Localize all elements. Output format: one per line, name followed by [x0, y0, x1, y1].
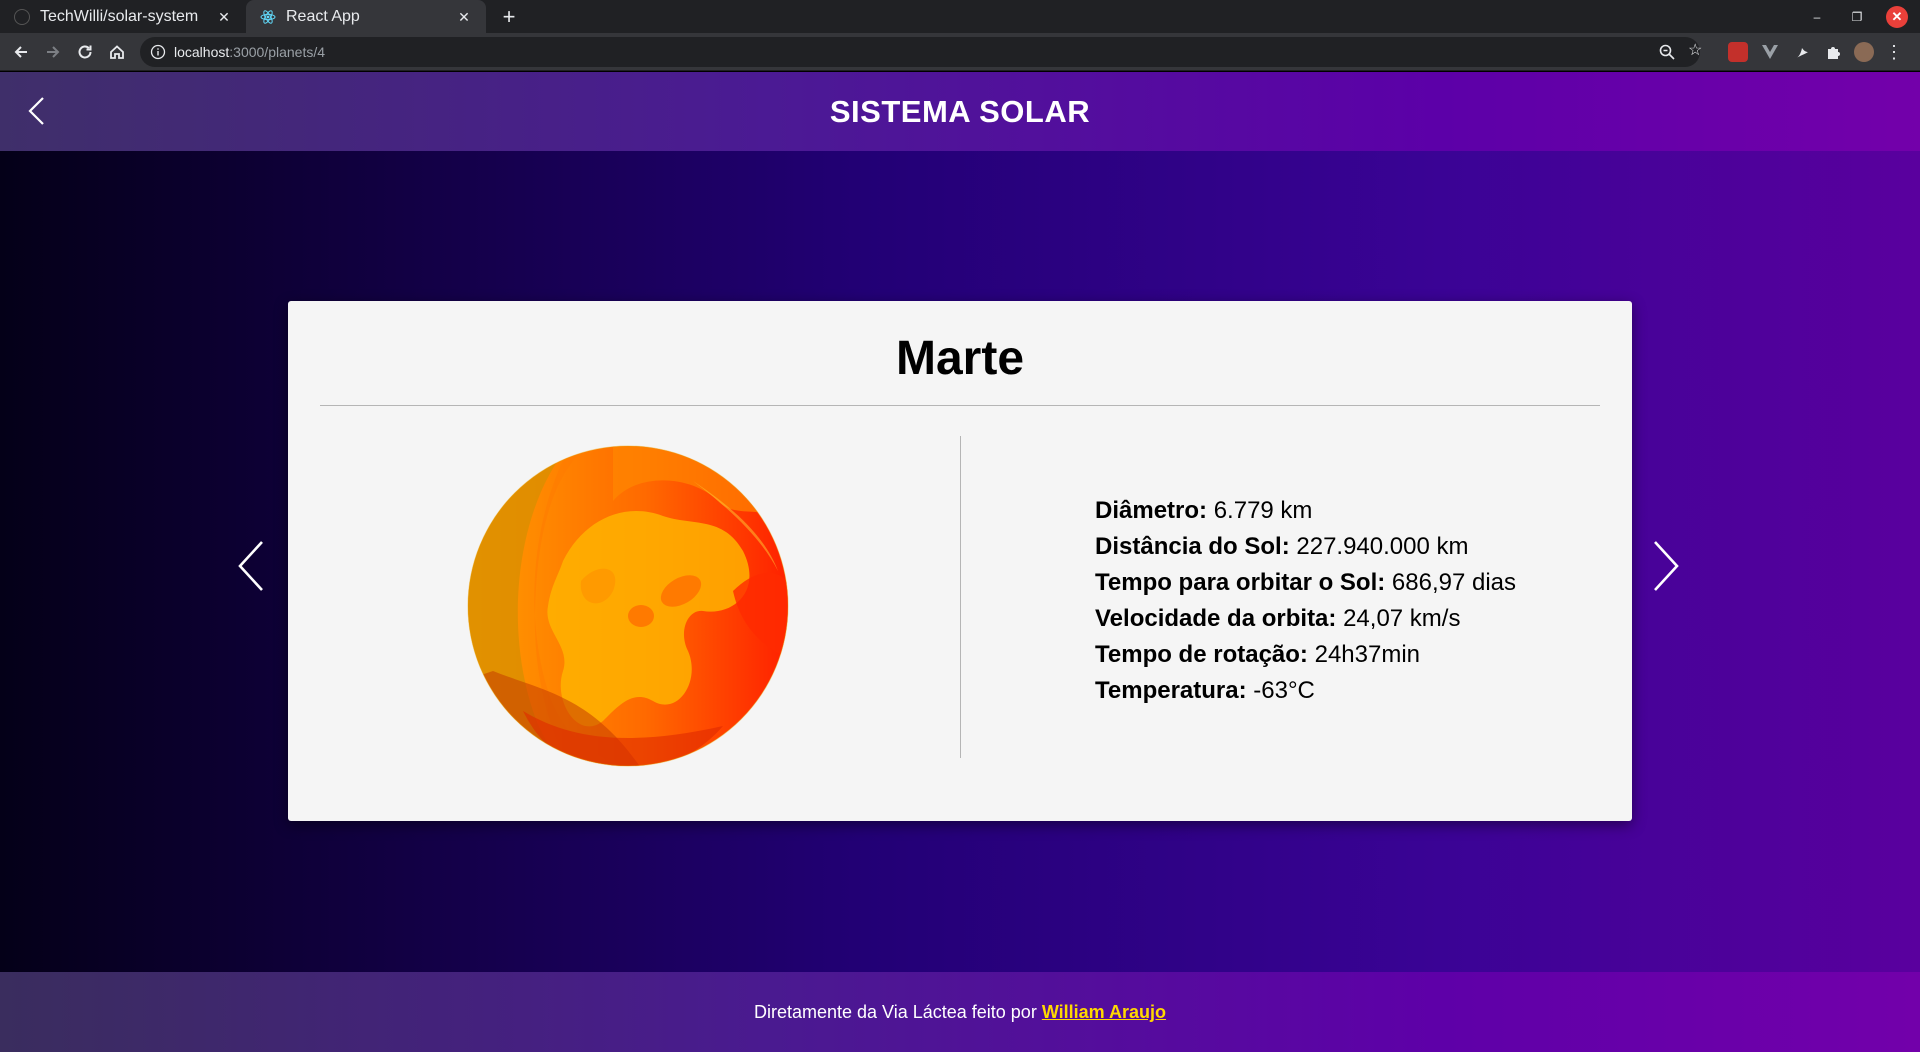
- tab-react-app[interactable]: React App ✕: [246, 0, 486, 33]
- back-arrow-icon[interactable]: [8, 39, 34, 65]
- next-planet-button[interactable]: [1643, 536, 1687, 596]
- fact-distance-from-sun: Distância do Sol: 227.940.000 km: [1095, 529, 1595, 565]
- app-header: SISTEMA SOLAR: [0, 72, 1920, 151]
- fact-value: 24,07 km/s: [1343, 605, 1461, 632]
- github-icon: [14, 8, 30, 25]
- zoom-icon[interactable]: [1658, 43, 1676, 61]
- browser-menu-icon[interactable]: ⋮: [1884, 42, 1904, 62]
- tab-title: TechWilli/solar-system: [40, 7, 199, 25]
- browser-tab-bar: TechWilli/solar-system ✕ React App ✕ + –…: [0, 0, 1920, 33]
- fact-value: 686,97 dias: [1391, 569, 1517, 596]
- fact-rotation-period: Tempo de rotação: 24h37min: [1095, 637, 1595, 673]
- profile-avatar[interactable]: [1854, 42, 1874, 62]
- browser-toolbar: localhost:3000/planets/4 ☆ ⋮: [0, 33, 1920, 71]
- url-text: localhost:3000/planets/4: [174, 44, 326, 60]
- tab-close-icon[interactable]: ✕: [216, 9, 232, 25]
- restore-icon[interactable]: ❐: [1840, 0, 1874, 33]
- tab-close-icon[interactable]: ✕: [456, 9, 472, 25]
- mars-planet-image: [463, 441, 793, 771]
- page-title: SISTEMA SOLAR: [829, 94, 1091, 129]
- fact-temperature: Temperatura: -63°C: [1095, 673, 1595, 709]
- new-tab-plus-icon[interactable]: +: [496, 4, 522, 30]
- fact-label: Tempo de rotação:: [1095, 641, 1308, 668]
- reload-icon[interactable]: [72, 39, 98, 65]
- extension-icon[interactable]: [1728, 42, 1748, 62]
- fact-orbital-period: Tempo para orbitar o Sol: 686,97 dias: [1095, 565, 1595, 601]
- column-divider: [960, 436, 961, 758]
- minimize-icon[interactable]: –: [1800, 0, 1834, 33]
- previous-planet-button[interactable]: [230, 536, 274, 596]
- extensions-puzzle-icon[interactable]: [1824, 42, 1844, 62]
- window-close-button[interactable]: ✕: [1880, 0, 1914, 33]
- fact-label: Distância do Sol:: [1095, 533, 1290, 560]
- fact-diameter: Diâmetro: 6.779 km: [1095, 493, 1595, 529]
- chevron-left-icon: [238, 541, 263, 591]
- planet-name: Marte: [895, 332, 1025, 385]
- app-page: SISTEMA SOLAR Marte Diâmetro: 6.779 km D…: [0, 72, 1920, 1052]
- home-icon[interactable]: [104, 39, 130, 65]
- address-bar[interactable]: localhost:3000/planets/4 ☆: [140, 37, 1702, 67]
- bookmark-star-icon[interactable]: ☆: [1688, 42, 1706, 60]
- fact-label: Velocidade da orbita:: [1095, 605, 1337, 632]
- close-icon: ✕: [1886, 5, 1908, 28]
- divider: [320, 405, 1600, 406]
- fact-orbital-speed: Velocidade da orbita: 24,07 km/s: [1095, 601, 1595, 637]
- tab-title: React App: [286, 7, 360, 25]
- author-link[interactable]: William Araujo: [1042, 1002, 1166, 1022]
- fact-label: Diâmetro:: [1095, 497, 1208, 524]
- chevron-right-icon: [1654, 541, 1679, 591]
- fact-label: Temperatura:: [1095, 677, 1247, 704]
- app-footer: Diretamente da Via Láctea feito por Will…: [0, 972, 1920, 1052]
- forward-arrow-icon[interactable]: [40, 39, 66, 65]
- vue-devtools-icon[interactable]: [1760, 42, 1780, 62]
- fact-value: 24h37min: [1314, 641, 1421, 668]
- fact-value: 6.779 km: [1213, 497, 1313, 524]
- tab-techwilli[interactable]: TechWilli/solar-system ✕: [0, 0, 246, 33]
- fact-value: 227.940.000 km: [1296, 533, 1469, 560]
- fact-label: Tempo para orbitar o Sol:: [1095, 569, 1386, 596]
- extension-icon[interactable]: [1792, 42, 1812, 62]
- planet-card: Marte Diâmetro: 6.779 km Distância do So…: [288, 301, 1632, 821]
- fact-value: -63°C: [1253, 677, 1315, 704]
- site-info-icon[interactable]: [150, 44, 166, 60]
- react-icon: [260, 9, 276, 25]
- planet-facts: Diâmetro: 6.779 km Distância do Sol: 227…: [1095, 493, 1595, 709]
- footer-text: Diretamente da Via Láctea feito por: [753, 1002, 1037, 1022]
